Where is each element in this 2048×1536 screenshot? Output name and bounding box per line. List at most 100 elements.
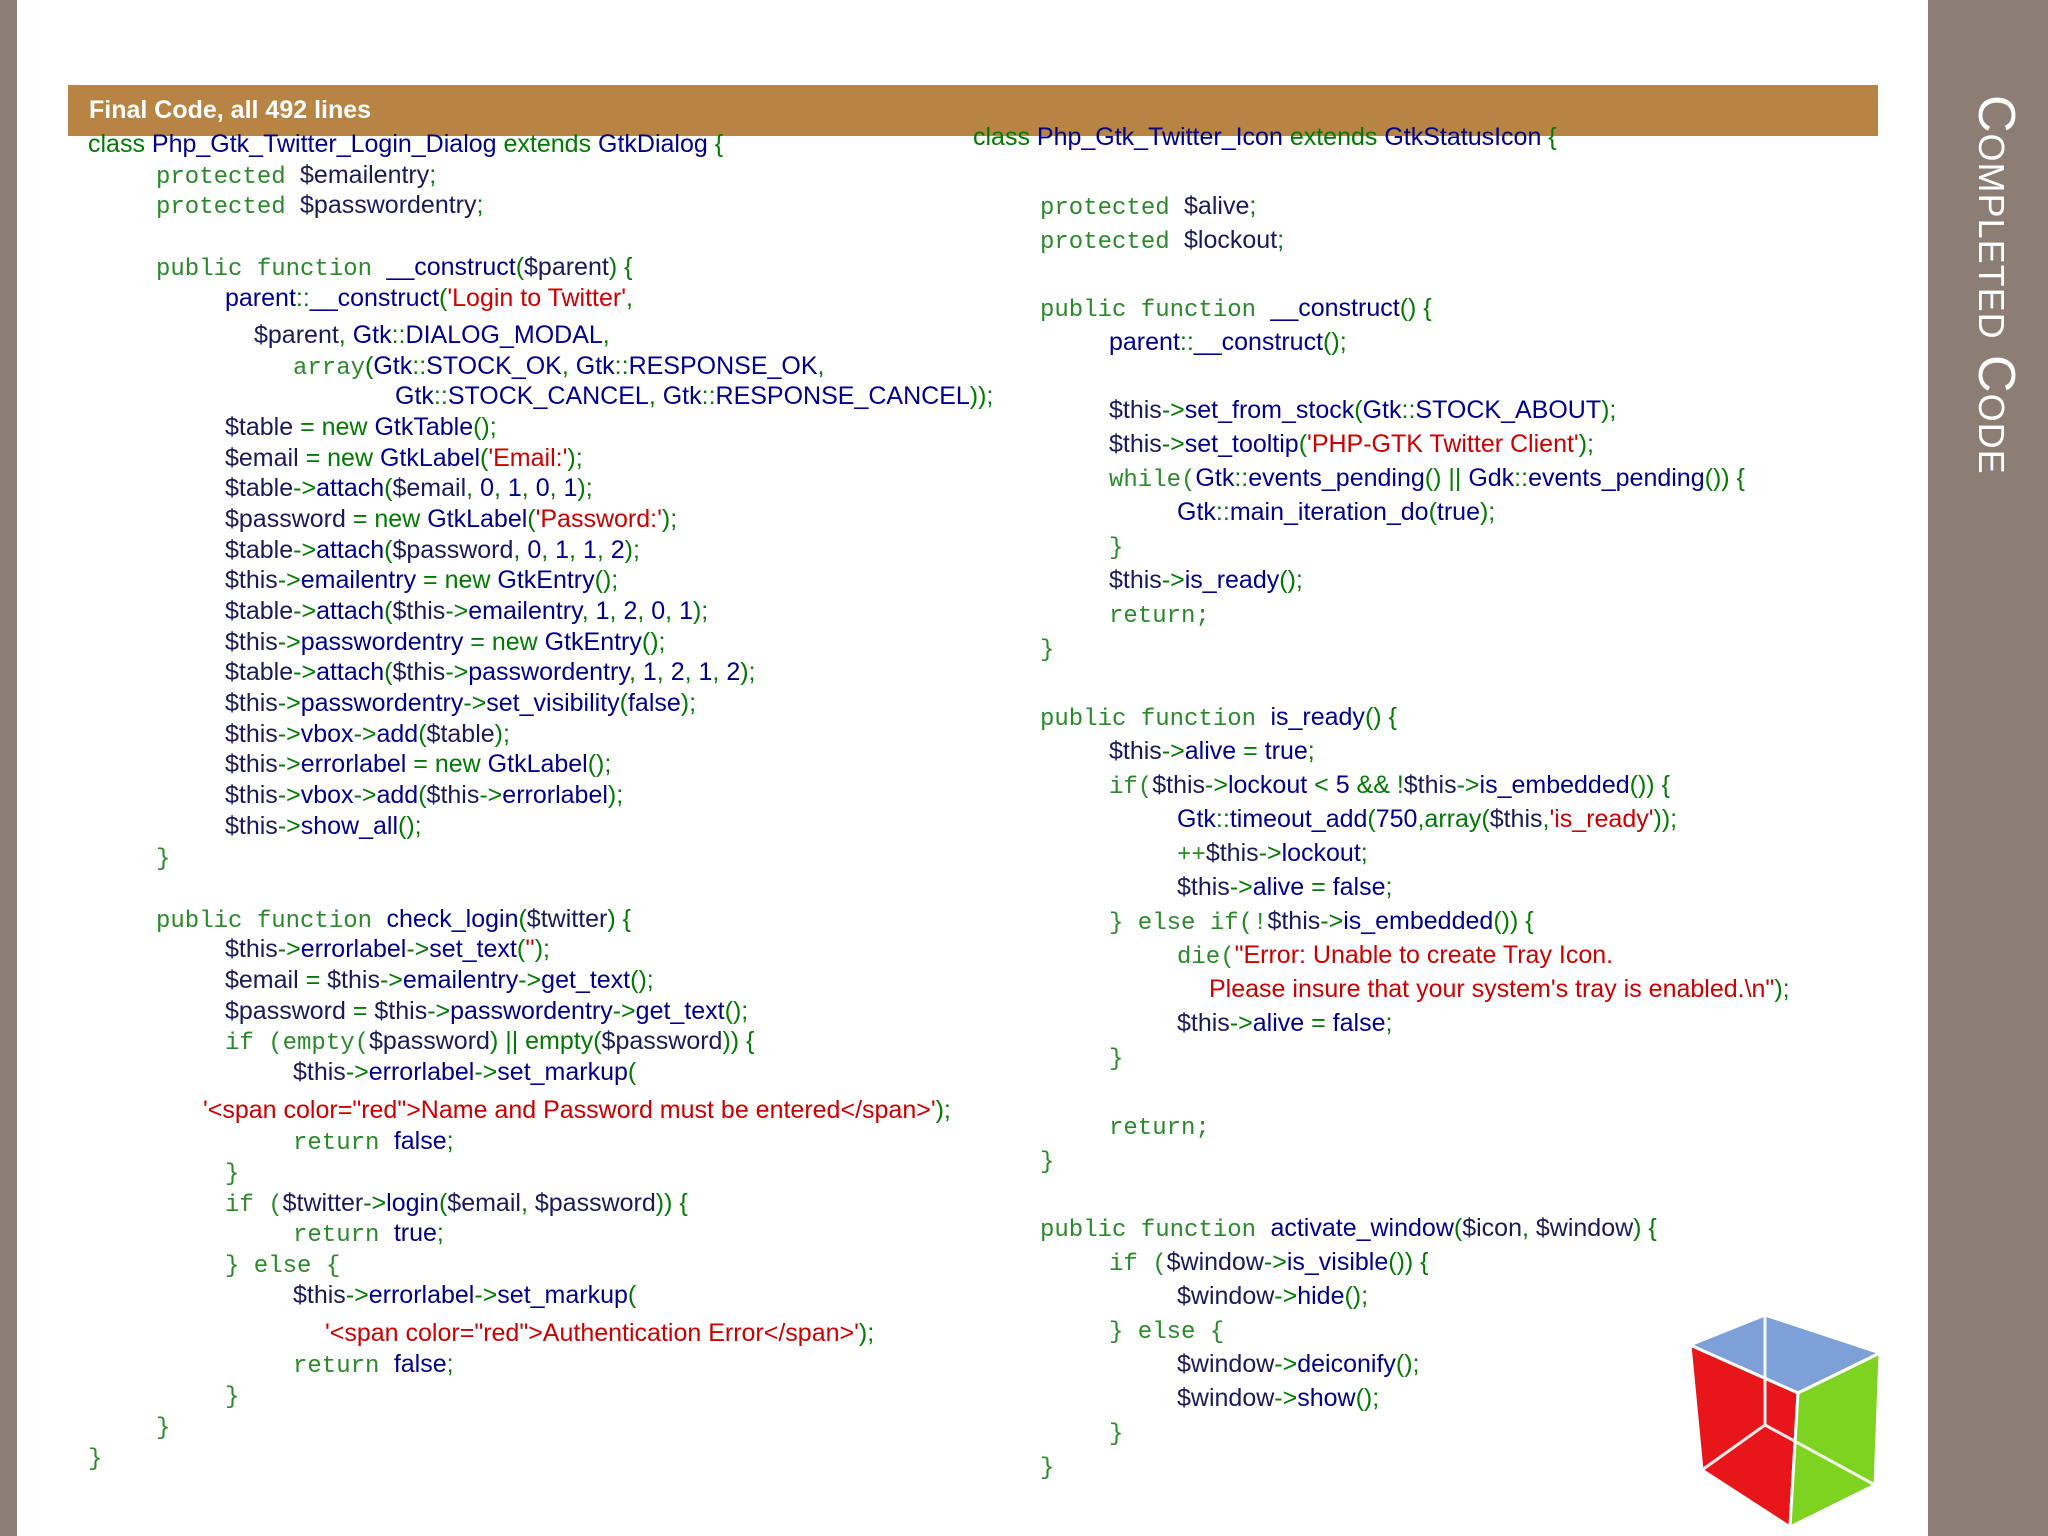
code-line: $this->show_all(); [225,811,422,841]
code-token: -> [445,597,469,625]
code-token: -> [427,997,451,1025]
code-header-label: Final Code, all 492 lines [89,96,372,124]
code-line: $this->vbox->add($this->errorlabel); [225,780,623,810]
code-token: $email [392,474,467,502]
code-token: ); [624,536,640,564]
code-token: if (empty( [225,1030,370,1057]
code-line: } [1040,1145,1054,1178]
code-token: $table [225,413,294,441]
code-token: alive [1252,1009,1305,1037]
code-line: $this->alive = false; [1177,1008,1392,1038]
code-token: $table [225,536,294,564]
code-token: set_markup [497,1058,628,1086]
code-token: GtkDialog [598,130,708,158]
code-token: set_text [429,935,517,963]
code-token: $this [327,966,380,994]
code-token: attach [316,536,385,564]
code-line: $email = $this->emailentry->get_text(); [225,965,654,995]
code-token: $this [1267,907,1321,935]
code-token: set_tooltip [1184,430,1299,458]
code-token: Gtk [1362,396,1402,424]
code-token: STOCK_OK [426,352,562,380]
code-token: 750 [1375,805,1418,833]
code-line: Please insure that your system's tray is… [1209,974,1790,1004]
code-token: add [376,720,419,748]
code-token: true [1436,498,1480,526]
code-token: } else if(! [1109,910,1268,937]
code-token: ( [1453,1214,1463,1242]
code-token: ,array( [1417,805,1490,833]
code-token: 0 [527,536,542,564]
code-token: GtkEntry [497,566,595,594]
code-token: public function [156,908,387,935]
code-token: (); [641,628,666,656]
code-token: -> [1205,771,1228,799]
code-token: -> [277,689,301,717]
code-token: '<span color="red">Authentication Error<… [325,1319,859,1347]
code-token: return; [1109,603,1210,630]
code-line: } [225,1157,239,1190]
code-token: -> [1229,1009,1253,1037]
code-token: -> [345,1281,369,1309]
code-token: protected [156,194,301,221]
code-token: () { [1399,294,1432,322]
code-token: , [569,536,583,564]
code-token: , [817,352,825,380]
code-token: Gtk [373,352,413,380]
code-token: GtkStatusIcon [1384,123,1542,151]
code-token: hide [1297,1282,1345,1310]
code-token: check_login [386,905,519,933]
code-token: = new [345,505,428,533]
code-token: -> [1229,873,1253,901]
code-token: Gdk [1468,464,1515,492]
code-token: true [1264,737,1308,765]
code-token: ); [692,597,709,625]
code-token: ( [619,689,628,717]
code-token: errorlabel [502,781,608,809]
code-token: ); [740,658,756,686]
code-token: vbox [300,781,354,809]
code-token: -> [463,689,487,717]
code-token: public function [1040,1217,1271,1244]
gtk-cube-logo-icon [1686,1315,1884,1530]
code-line: class Php_Gtk_Twitter_Login_Dialog exten… [88,129,723,159]
code-line: public function activate_window($icon, $… [1040,1213,1657,1246]
code-token: parent [1109,328,1180,356]
code-token: GtkLabel [427,505,528,533]
code-token: $this [1109,737,1162,765]
code-token: $this [225,750,278,778]
code-token: $this [225,781,278,809]
code-line: public function __construct() { [1040,293,1432,326]
code-token: } [1040,1149,1055,1176]
code-token: -> [363,1189,387,1217]
code-token: class [973,123,1037,151]
code-token: 1 [698,658,713,686]
code-token: , [521,474,536,502]
code-token: GtkTable [374,413,474,441]
code-token: 1 [563,474,578,502]
code-line: $table->attach($password, 0, 1, 1, 2); [225,535,640,565]
code-line: $password = $this->passwordentry->get_te… [225,996,748,1026]
code-token: )); [1653,805,1678,833]
code-token: $this [293,1281,346,1309]
code-line: $this->errorlabel->set_markup( [293,1057,636,1087]
code-token: ) || empty( [489,1027,602,1055]
code-line: ++$this->lockout; [1177,838,1368,871]
code-token: -> [277,812,301,840]
code-token: $window [1177,1282,1275,1310]
code-token: ( [384,658,393,686]
code-line: } [1109,1042,1123,1075]
code-line: parent::__construct(); [1109,327,1347,357]
code-line: $this->passwordentry->set_visibility(fal… [225,688,696,718]
code-token: :: [295,284,310,312]
code-token: } [225,1161,240,1188]
code-token: lockout [1281,839,1361,867]
code-token: 'PHP-GTK Twitter Client' [1307,430,1579,458]
code-token: alive [1252,873,1305,901]
code-token: $password [225,505,346,533]
code-line: Gtk::main_iteration_do(true); [1177,497,1495,527]
code-token: ; [1277,226,1285,254]
code-line: } [156,842,170,875]
code-token: -> [1263,1248,1287,1276]
code-token: public function [156,256,387,283]
